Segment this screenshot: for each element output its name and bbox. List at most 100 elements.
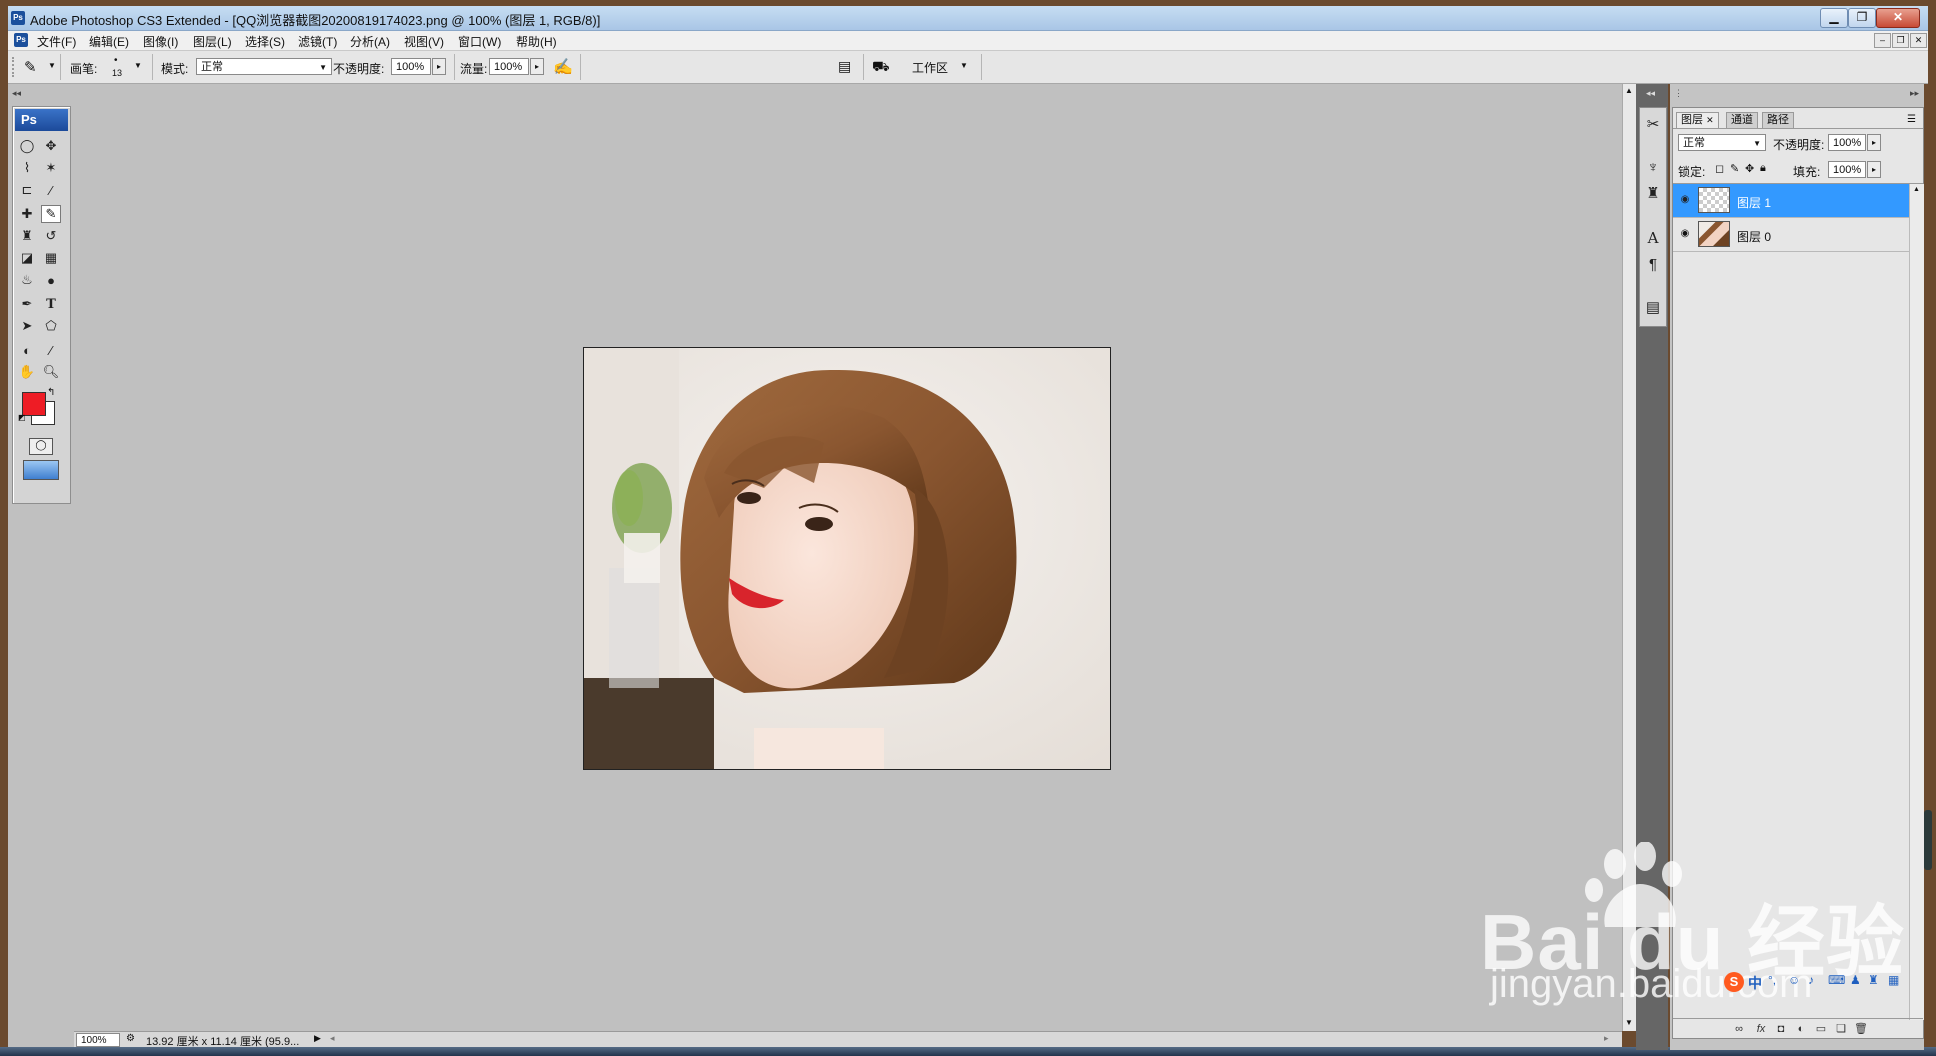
layer-name[interactable]: 图层 0 (1737, 228, 1771, 245)
brush-picker-chevron-icon[interactable]: ▼ (134, 61, 142, 70)
panel-grip[interactable]: ⋮ (1674, 88, 1683, 99)
status-icon[interactable]: ⚙ (126, 1033, 135, 1044)
adjustment-layer-icon[interactable]: ◐ (1793, 1022, 1809, 1036)
mode-select[interactable]: 正常 ▼ (196, 58, 332, 75)
palette-well-icon[interactable]: ▤ (838, 58, 851, 75)
swap-colors-icon[interactable]: ↰ (47, 387, 55, 398)
link-layers-icon[interactable]: ∞ (1731, 1022, 1747, 1036)
blur-tool-icon[interactable]: ♨ (17, 271, 37, 289)
chevron-down-icon[interactable]: ▼ (960, 61, 968, 70)
collapse-toolbox-icon[interactable]: ◂◂ (12, 88, 21, 99)
opacity-input[interactable]: 100% (391, 58, 431, 75)
scroll-right-icon[interactable]: ▸ (1604, 1033, 1609, 1044)
visibility-eye-icon[interactable]: ◉ (1679, 229, 1691, 239)
clone-stamp-tool-icon[interactable]: ♜ (17, 227, 37, 245)
chevron-down-icon[interactable]: ▼ (48, 61, 56, 70)
brush-preset-icon[interactable]: ✎ (24, 58, 46, 76)
lock-transparent-icon[interactable]: ◻ (1715, 162, 1724, 175)
side-widget-handle[interactable] (1924, 810, 1932, 870)
fill-slider-button[interactable]: ▸ (1867, 161, 1881, 178)
workspace-menu[interactable]: 工作区 (912, 59, 948, 76)
menu-view[interactable]: 视图(V) (404, 33, 444, 50)
doc-close-button[interactable]: ✕ (1910, 33, 1927, 48)
clone-source-panel-icon[interactable]: ♜ (1643, 184, 1663, 204)
airbrush-icon[interactable]: ✍ (553, 57, 573, 77)
keyboard-icon[interactable]: ⌨ (1828, 973, 1845, 987)
type-tool-icon[interactable]: T (41, 295, 61, 313)
menu-select[interactable]: 选择(S) (245, 33, 285, 50)
dodge-tool-icon[interactable]: ● (41, 271, 61, 289)
pen-tool-icon[interactable]: ✒ (17, 295, 37, 313)
minimize-button[interactable]: ▁ (1820, 8, 1848, 28)
menu-edit[interactable]: 编辑(E) (89, 33, 129, 50)
brush-dot-icon[interactable]: • (114, 55, 118, 66)
notes-tool-icon[interactable]: ◐ (17, 341, 37, 359)
lasso-tool-icon[interactable]: ⌇ (17, 159, 37, 177)
tab-channels[interactable]: 通道 (1726, 112, 1758, 128)
toolbox-logo[interactable]: Ps (15, 109, 68, 131)
scroll-left-icon[interactable]: ◂ (330, 1033, 335, 1044)
layer-name[interactable]: 图层 1 (1737, 194, 1771, 211)
paragraph-panel-icon[interactable]: ¶ (1643, 255, 1663, 275)
move-tool-icon[interactable]: ✥ (41, 137, 61, 155)
layers-scrollbar[interactable]: ▲ (1909, 184, 1924, 1020)
tab-paths[interactable]: 路径 (1762, 112, 1794, 128)
scroll-up-icon[interactable]: ▲ (1913, 186, 1920, 193)
voice-icon[interactable]: ♪ (1808, 973, 1814, 987)
layer-comps-panel-icon[interactable]: ▤ (1643, 298, 1663, 318)
character-panel-icon[interactable]: A (1643, 228, 1663, 248)
menu-image[interactable]: 图像(I) (143, 33, 178, 50)
bridge-icon[interactable]: ⛟ (872, 58, 890, 77)
options-grip[interactable] (12, 57, 19, 77)
punctuation-icon[interactable]: °, (1768, 973, 1776, 987)
eraser-tool-icon[interactable]: ◪ (17, 249, 37, 267)
menu-file[interactable]: 文件(F) (37, 33, 76, 50)
menu-layer[interactable]: 图层(L) (193, 33, 232, 50)
lock-image-icon[interactable]: ✎ (1730, 162, 1739, 175)
flow-slider-button[interactable]: ▸ (530, 58, 544, 75)
ime-language[interactable]: 中 (1748, 973, 1762, 993)
tab-layers[interactable]: 图层 ✕ (1676, 112, 1719, 128)
layer-mask-icon[interactable]: ◘ (1773, 1022, 1789, 1036)
doc-restore-button[interactable]: ❐ (1892, 33, 1909, 48)
shape-tool-icon[interactable]: ⬠ (41, 317, 61, 335)
menu-window[interactable]: 窗口(W) (458, 33, 501, 50)
gradient-tool-icon[interactable]: ▦ (41, 249, 61, 267)
skin-icon[interactable]: ♟ (1850, 973, 1861, 987)
doc-minimize-button[interactable]: – (1874, 33, 1891, 48)
status-menu-arrow-icon[interactable]: ▶ (314, 1033, 321, 1044)
maximize-button[interactable]: ❐ (1848, 8, 1876, 28)
layer-opacity-input[interactable]: 100% (1828, 134, 1866, 151)
path-selection-tool-icon[interactable]: ➤ (17, 317, 37, 335)
scroll-down-icon[interactable]: ▼ (1625, 1018, 1633, 1027)
emoji-icon[interactable]: ☺ (1788, 973, 1800, 987)
layer-opacity-slider-button[interactable]: ▸ (1867, 134, 1881, 151)
scroll-up-icon[interactable]: ▲ (1625, 86, 1633, 95)
eyedropper-tool-icon[interactable]: ⁄ (41, 341, 61, 359)
layer-row-1[interactable]: ◉ 图层 1 (1673, 184, 1909, 218)
ime-settings-icon[interactable]: ▦ (1888, 973, 1899, 987)
panel-collapse-icon[interactable]: ▸▸ (1910, 88, 1919, 99)
quick-mask-icon[interactable]: ◯ (29, 438, 53, 455)
default-colors-icon[interactable]: ◩ (18, 413, 26, 422)
history-brush-tool-icon[interactable]: ↺ (41, 227, 61, 245)
panel-menu-icon[interactable]: ☰ (1907, 114, 1916, 125)
tools-icon[interactable]: ✂ (1643, 115, 1663, 135)
zoom-field[interactable]: 100% (76, 1033, 120, 1047)
slice-tool-icon[interactable]: ⁄ (41, 181, 61, 199)
sogou-ime-icon[interactable]: S (1724, 972, 1744, 992)
lock-position-icon[interactable]: ✥ (1745, 162, 1754, 175)
layer-row-0[interactable]: ◉ 图层 0 (1673, 218, 1909, 252)
hand-tool-icon[interactable]: ✋ (17, 363, 37, 381)
new-layer-icon[interactable]: ❏ (1833, 1022, 1849, 1036)
flow-input[interactable]: 100% (489, 58, 529, 75)
magic-wand-tool-icon[interactable]: ✶ (41, 159, 61, 177)
close-button[interactable]: ✕ (1876, 8, 1920, 28)
fill-input[interactable]: 100% (1828, 161, 1866, 178)
menu-help[interactable]: 帮助(H) (516, 33, 557, 50)
menu-analysis[interactable]: 分析(A) (350, 33, 390, 50)
blend-mode-select[interactable]: 正常 ▼ (1678, 134, 1766, 151)
screen-mode-icon[interactable] (23, 460, 59, 480)
menu-filter[interactable]: 滤镜(T) (298, 33, 337, 50)
close-icon[interactable]: ✕ (1706, 115, 1714, 125)
